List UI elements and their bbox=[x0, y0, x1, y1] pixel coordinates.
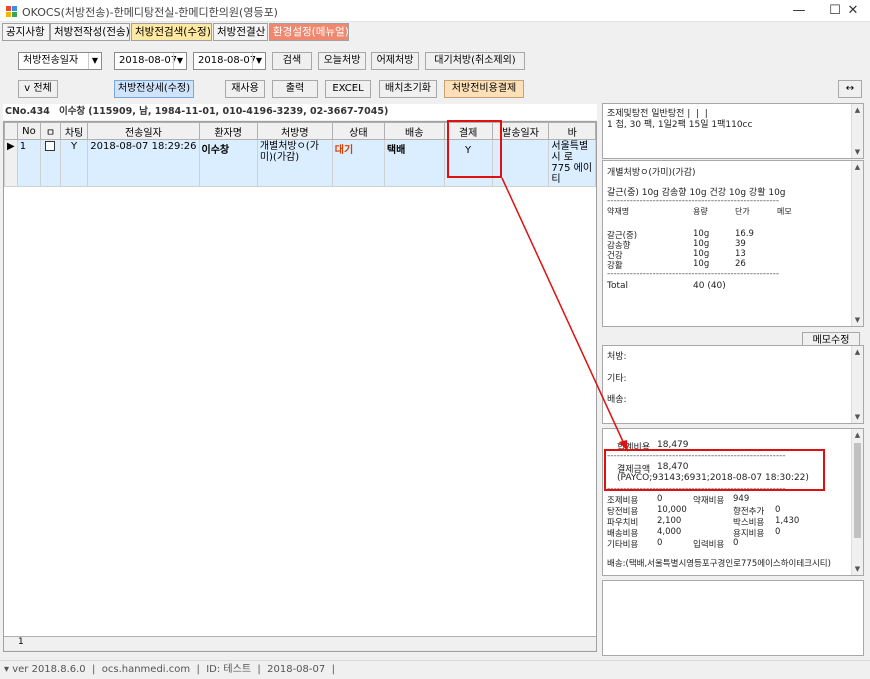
annotation-arrow bbox=[501, 177, 628, 452]
version-label: ver 2018.8.6.0 bbox=[12, 664, 86, 675]
dropdown-icon[interactable]: ▾ bbox=[4, 664, 9, 675]
site-label: ocs.hanmedi.com bbox=[101, 664, 191, 675]
user-id-label: ID: 테스트 bbox=[206, 664, 252, 675]
status-bar: ▾ ver 2018.8.6.0 | ocs.hanmedi.com | ID:… bbox=[0, 660, 870, 679]
status-date-label: 2018-08-07 bbox=[267, 664, 326, 675]
